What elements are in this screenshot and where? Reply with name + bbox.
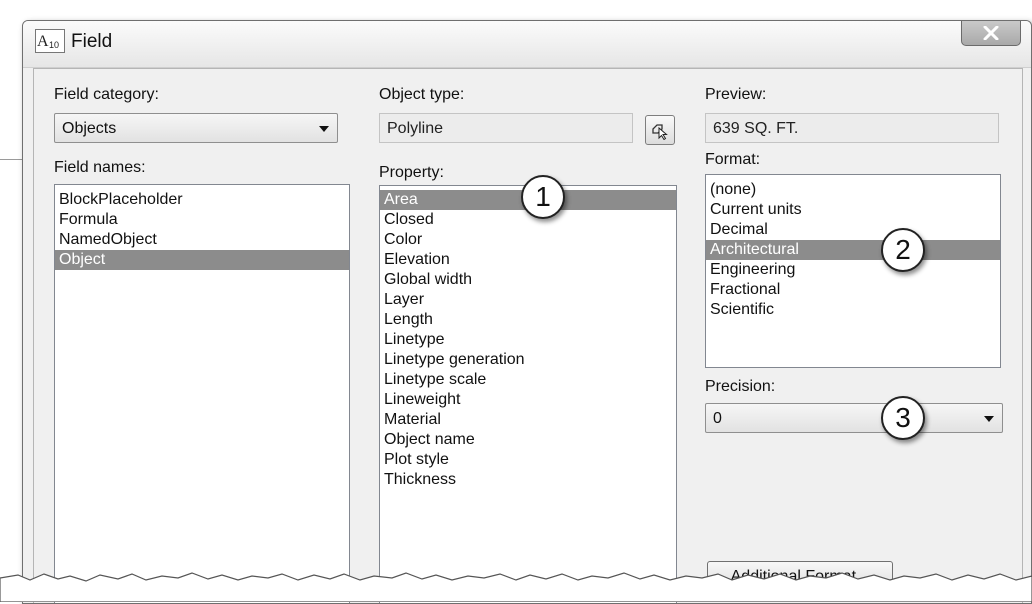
preview-value: 639 SQ. FT. xyxy=(713,120,799,137)
list-item[interactable]: Layer xyxy=(380,290,676,310)
title-bar: A 10 Field xyxy=(23,21,1031,68)
list-item[interactable]: Decimal xyxy=(706,220,1000,240)
precision-label: Precision: xyxy=(705,378,776,395)
list-item[interactable]: Lineweight xyxy=(380,390,676,410)
list-item[interactable]: Scientific xyxy=(706,300,1000,320)
property-list[interactable]: Area Closed Color Elevation Global width… xyxy=(379,185,677,603)
callout-2: 2 xyxy=(881,228,925,272)
list-item[interactable]: Thickness xyxy=(380,470,676,490)
list-item[interactable]: Current units xyxy=(706,200,1000,220)
callout-3: 3 xyxy=(881,396,925,440)
field-names-list[interactable]: BlockPlaceholder Formula NamedObject Obj… xyxy=(54,184,350,603)
list-item[interactable]: Elevation xyxy=(380,250,676,270)
svg-text:10: 10 xyxy=(49,40,59,50)
dialog-body: Field category: Objects Field names: Blo… xyxy=(33,68,1023,603)
list-item[interactable]: Plot style xyxy=(380,450,676,470)
list-item[interactable]: (none) xyxy=(706,180,1000,200)
chevron-down-icon xyxy=(984,416,994,422)
field-names-label: Field names: xyxy=(54,159,146,176)
torn-edge xyxy=(0,572,1032,602)
close-button[interactable] xyxy=(961,21,1021,46)
list-item[interactable]: Engineering xyxy=(706,260,1000,280)
object-type-label: Object type: xyxy=(379,86,465,103)
svg-text:A: A xyxy=(37,33,49,50)
list-item[interactable]: Fractional xyxy=(706,280,1000,300)
format-list[interactable]: (none) Current units Decimal Architectur… xyxy=(705,174,1001,368)
close-icon xyxy=(983,26,999,40)
list-item[interactable]: Color xyxy=(380,230,676,250)
object-type-field: Polyline xyxy=(379,113,633,143)
select-object-button[interactable] xyxy=(645,115,675,145)
list-item-selected[interactable]: Architectural xyxy=(706,240,1000,260)
list-item[interactable]: Linetype xyxy=(380,330,676,350)
select-object-icon xyxy=(652,124,668,140)
list-item[interactable]: Global width xyxy=(380,270,676,290)
list-item[interactable]: Formula xyxy=(55,210,349,230)
preview-field: 639 SQ. FT. xyxy=(705,113,999,143)
object-type-value: Polyline xyxy=(387,120,444,137)
field-category-label: Field category: xyxy=(54,86,159,103)
field-category-value: Objects xyxy=(62,120,117,137)
preview-label: Preview: xyxy=(705,86,767,103)
list-item-selected[interactable]: Object xyxy=(55,250,349,270)
callout-1: 1 xyxy=(521,175,565,219)
list-item[interactable]: Linetype generation xyxy=(380,350,676,370)
list-item[interactable]: Object name xyxy=(380,430,676,450)
chevron-down-icon xyxy=(319,126,329,132)
field-dialog: A 10 Field Field category: Objects Field… xyxy=(22,20,1032,604)
list-item[interactable]: BlockPlaceholder xyxy=(55,190,349,210)
format-label: Format: xyxy=(705,151,761,168)
list-item[interactable]: Material xyxy=(380,410,676,430)
list-item[interactable]: Linetype scale xyxy=(380,370,676,390)
autocad-field-icon: A 10 xyxy=(35,29,65,53)
list-item[interactable]: NamedObject xyxy=(55,230,349,250)
precision-value: 0 xyxy=(713,410,722,427)
list-item[interactable]: Length xyxy=(380,310,676,330)
property-label: Property: xyxy=(379,164,444,181)
precision-combo[interactable]: 0 xyxy=(705,403,1003,433)
window-title: Field xyxy=(71,31,113,52)
field-category-combo[interactable]: Objects xyxy=(54,113,338,143)
